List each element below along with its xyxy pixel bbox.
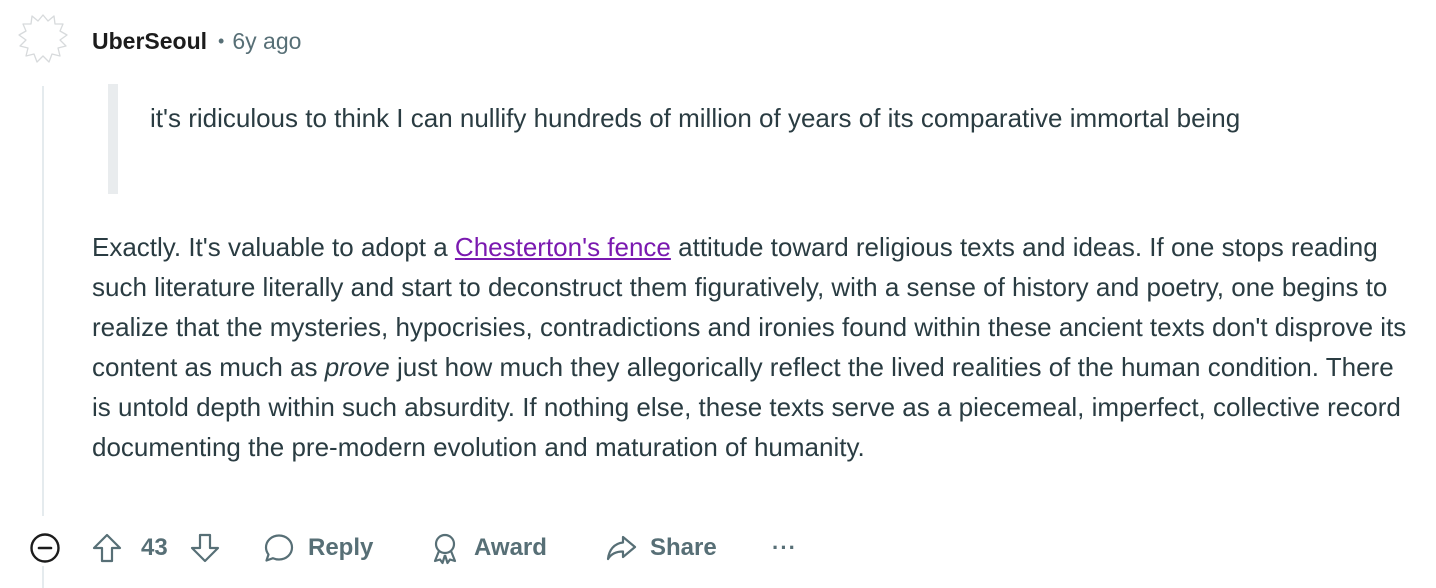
comment-meta: UberSeoul • 6y ago bbox=[92, 26, 301, 56]
downvote-arrow-icon bbox=[190, 533, 220, 563]
thread-line[interactable] bbox=[42, 86, 44, 516]
comment-body: Exactly. It's valuable to adopt a Cheste… bbox=[92, 227, 1412, 467]
award-button[interactable]: Award bbox=[428, 526, 547, 570]
downvote-button[interactable] bbox=[188, 526, 222, 570]
more-options-button[interactable]: ··· bbox=[772, 526, 797, 570]
award-ribbon-icon bbox=[433, 533, 457, 565]
ellipsis-icon: ··· bbox=[772, 535, 797, 560]
award-label: Award bbox=[474, 534, 547, 561]
chestertons-fence-link[interactable]: Chesterton's fence bbox=[455, 232, 671, 262]
reply-label: Reply bbox=[308, 534, 374, 561]
emphasis-text: prove bbox=[324, 352, 390, 382]
avatar-icon[interactable] bbox=[14, 10, 72, 68]
author-name[interactable]: UberSeoul bbox=[92, 28, 207, 55]
reply-button[interactable]: Reply bbox=[262, 526, 373, 570]
quote-text: it's ridiculous to think I can nullify h… bbox=[150, 103, 1241, 133]
collapse-minus-circle-icon bbox=[30, 533, 60, 563]
comment: UberSeoul • 6y ago it's ridiculous to th… bbox=[0, 0, 1436, 588]
vote-count: 43 bbox=[141, 534, 168, 561]
timestamp[interactable]: 6y ago bbox=[232, 28, 301, 55]
action-bar: 43 Reply Award Share ··· bbox=[26, 526, 826, 570]
speech-bubble-icon bbox=[264, 534, 294, 562]
share-arrow-icon bbox=[606, 535, 637, 561]
upvote-arrow-icon bbox=[92, 533, 122, 563]
upvote-button[interactable] bbox=[90, 526, 124, 570]
share-button[interactable]: Share bbox=[604, 526, 717, 570]
share-label: Share bbox=[650, 534, 717, 561]
blockquote: it's ridiculous to think I can nullify h… bbox=[108, 84, 1308, 194]
meta-separator: • bbox=[218, 30, 225, 51]
collapse-button[interactable] bbox=[28, 526, 62, 570]
body-text-part: Exactly. It's valuable to adopt a bbox=[92, 232, 455, 262]
